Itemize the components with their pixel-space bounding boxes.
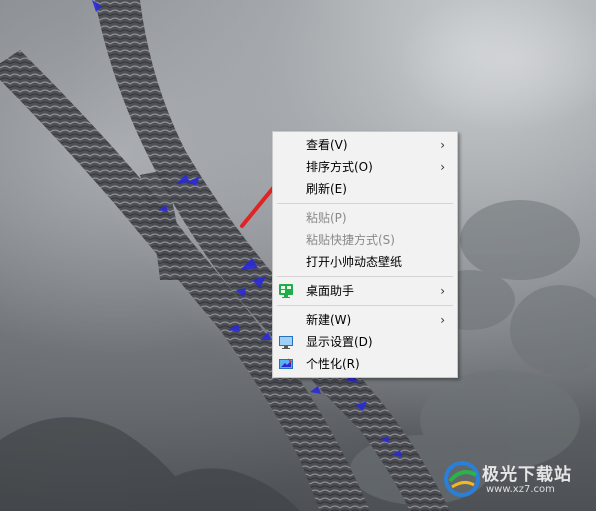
menu-item-label: 刷新(E): [306, 182, 347, 196]
menu-separator: [277, 305, 453, 306]
desktop-context-menu: 查看(V) › 排序方式(O) › 刷新(E) 粘贴(P) 粘贴快捷方式(S) …: [272, 131, 458, 378]
menu-item-label: 粘贴快捷方式(S): [306, 233, 395, 247]
menu-item-paste-shortcut: 粘贴快捷方式(S): [273, 229, 457, 251]
menu-item-label: 打开小帅动态壁纸: [306, 255, 403, 269]
menu-item-label: 排序方式(O): [306, 160, 373, 174]
submenu-arrow-icon: ›: [440, 313, 445, 327]
submenu-arrow-icon: ›: [440, 160, 445, 174]
menu-item-refresh[interactable]: 刷新(E): [273, 178, 457, 200]
menu-separator: [277, 203, 453, 204]
watermark-url: www.xz7.com: [486, 484, 555, 495]
site-watermark: 极光下载站 www.xz7.com: [440, 455, 590, 505]
submenu-arrow-icon: ›: [440, 138, 445, 152]
menu-item-label: 显示设置(D): [306, 335, 373, 349]
menu-item-paste: 粘贴(P): [273, 207, 457, 229]
menu-item-label: 查看(V): [306, 138, 348, 152]
menu-item-label: 粘贴(P): [306, 211, 347, 225]
menu-separator: [277, 276, 453, 277]
menu-item-desktop-assistant[interactable]: 桌面助手 ›: [273, 280, 457, 302]
menu-item-view[interactable]: 查看(V) ›: [273, 134, 457, 156]
display-settings-icon: [279, 336, 293, 349]
menu-item-label: 个性化(R): [306, 357, 360, 371]
menu-item-display-settings[interactable]: 显示设置(D): [273, 331, 457, 353]
personalize-icon: [279, 358, 293, 369]
menu-item-personalize[interactable]: 个性化(R): [273, 353, 457, 375]
watermark-brand: 极光下载站: [482, 465, 572, 485]
menu-item-open-dynamic-wallpaper[interactable]: 打开小帅动态壁纸: [273, 251, 457, 273]
menu-item-label: 新建(W): [306, 313, 352, 327]
watermark-logo-icon: [444, 461, 480, 497]
desktop-assistant-icon: [279, 284, 293, 298]
menu-item-label: 桌面助手: [306, 284, 355, 298]
submenu-arrow-icon: ›: [440, 284, 445, 298]
menu-item-new[interactable]: 新建(W) ›: [273, 309, 457, 331]
menu-item-sort-by[interactable]: 排序方式(O) ›: [273, 156, 457, 178]
